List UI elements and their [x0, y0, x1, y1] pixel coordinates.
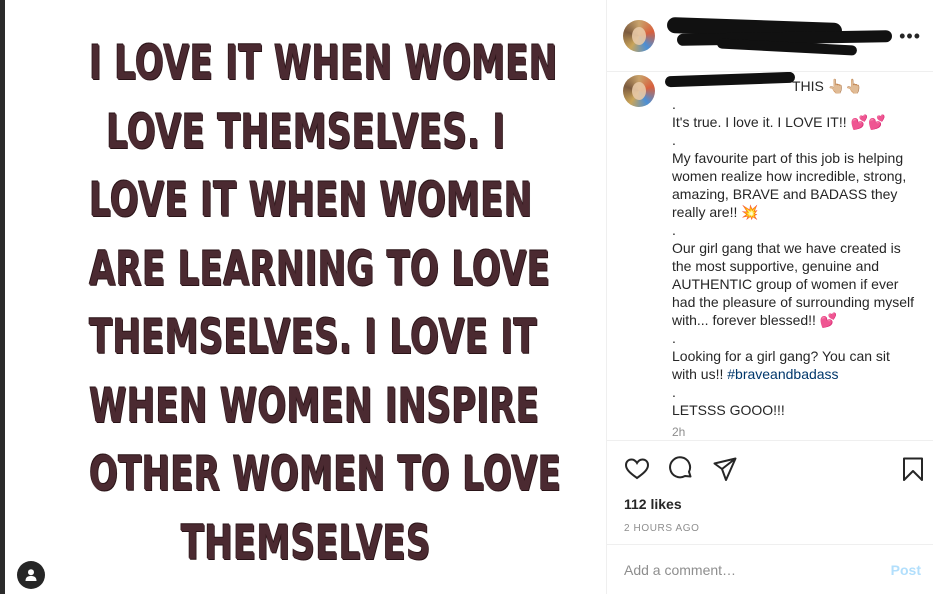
- post-modal: I LOVE IT WHEN WOMEN LOVE THEMSELVES. I LO…: [5, 0, 933, 594]
- quote-line: THEMSELVES: [181, 515, 431, 571]
- post-button[interactable]: Post: [891, 562, 921, 578]
- quote-line: ARE LEARNING TO LOVE: [89, 241, 551, 297]
- caption-paragraph: LETSSS GOOO!!!: [672, 401, 917, 419]
- caption-first-line: THIS 👆🏼👆🏼: [792, 78, 863, 94]
- post-sidebar: ••• THIS 👆🏼👆🏼 . It's true. I love it. I L…: [607, 0, 933, 594]
- comment-input[interactable]: [624, 561, 891, 578]
- comments-scrollbar[interactable]: [925, 72, 933, 440]
- caption-paragraph: It's true. I love it. I LOVE IT!! 💕💕: [672, 113, 917, 131]
- caption-paragraph: .: [672, 131, 917, 149]
- quote-text: I LOVE IT WHEN WOMEN LOVE THEMSELVES. I LO…: [5, 30, 606, 578]
- caption-paragraph-text: .: [672, 384, 676, 400]
- more-options-button[interactable]: •••: [899, 26, 921, 47]
- comments-area[interactable]: THIS 👆🏼👆🏼 . It's true. I love it. I LOVE …: [607, 72, 933, 440]
- author-avatar[interactable]: [623, 20, 655, 52]
- quote-line: I LOVE IT WHEN WOMEN: [89, 36, 558, 91]
- post-time: 2 HOURS AGO: [624, 523, 700, 534]
- caption-paragraph-text: It's true. I love it. I LOVE IT!! 💕💕: [672, 114, 886, 130]
- quote-line: WHEN WOMEN INSPIRE: [89, 378, 540, 434]
- quote-line: LOVE THEMSELVES. I: [106, 104, 506, 160]
- caption-paragraph: .: [672, 383, 917, 401]
- caption-paragraph-text: .: [672, 96, 676, 112]
- caption-paragraph: My favourite part of this job is helping…: [672, 149, 917, 221]
- quote-line: THEMSELVES. I LOVE IT: [89, 310, 538, 365]
- likes-count[interactable]: 112 likes: [624, 496, 682, 512]
- hashtag-link[interactable]: #braveandbadass: [727, 366, 838, 382]
- caption-text: THIS 👆🏼👆🏼 . It's true. I love it. I LOVE …: [672, 77, 917, 440]
- share-icon[interactable]: [712, 456, 738, 482]
- action-bar: [607, 440, 933, 496]
- caption-paragraph-text: LETSSS GOOO!!!: [672, 402, 785, 418]
- caption-paragraph: .: [672, 329, 917, 347]
- add-comment-bar: Post: [607, 544, 933, 594]
- caption-paragraph: Looking for a girl gang? You can sit wit…: [672, 347, 917, 383]
- quote-line: LOVE IT WHEN WOMEN: [89, 173, 533, 228]
- caption-paragraph-text: Our girl gang that we have created is th…: [672, 240, 915, 328]
- caption-paragraph: Our girl gang that we have created is th…: [672, 239, 917, 329]
- heart-icon[interactable]: [624, 456, 650, 482]
- caption-paragraph-text: .: [672, 330, 676, 346]
- caption-avatar[interactable]: [623, 75, 655, 107]
- tagged-user-button[interactable]: [17, 561, 45, 589]
- comment-icon[interactable]: [668, 456, 694, 482]
- caption-paragraph-text: .: [672, 132, 676, 148]
- user-tag-icon: [25, 569, 37, 581]
- caption-paragraph-text: .: [672, 222, 676, 238]
- caption-paragraph-text: My favourite part of this job is helping…: [672, 150, 907, 220]
- quote-line: OTHER WOMEN TO LOVE: [89, 447, 562, 502]
- post-header: •••: [607, 0, 933, 72]
- caption-paragraph: .: [672, 221, 917, 239]
- bookmark-icon[interactable]: [900, 456, 926, 482]
- caption-paragraph: .: [672, 95, 917, 113]
- post-image[interactable]: I LOVE IT WHEN WOMEN LOVE THEMSELVES. I LO…: [5, 0, 607, 594]
- caption-time: 2h: [672, 425, 686, 439]
